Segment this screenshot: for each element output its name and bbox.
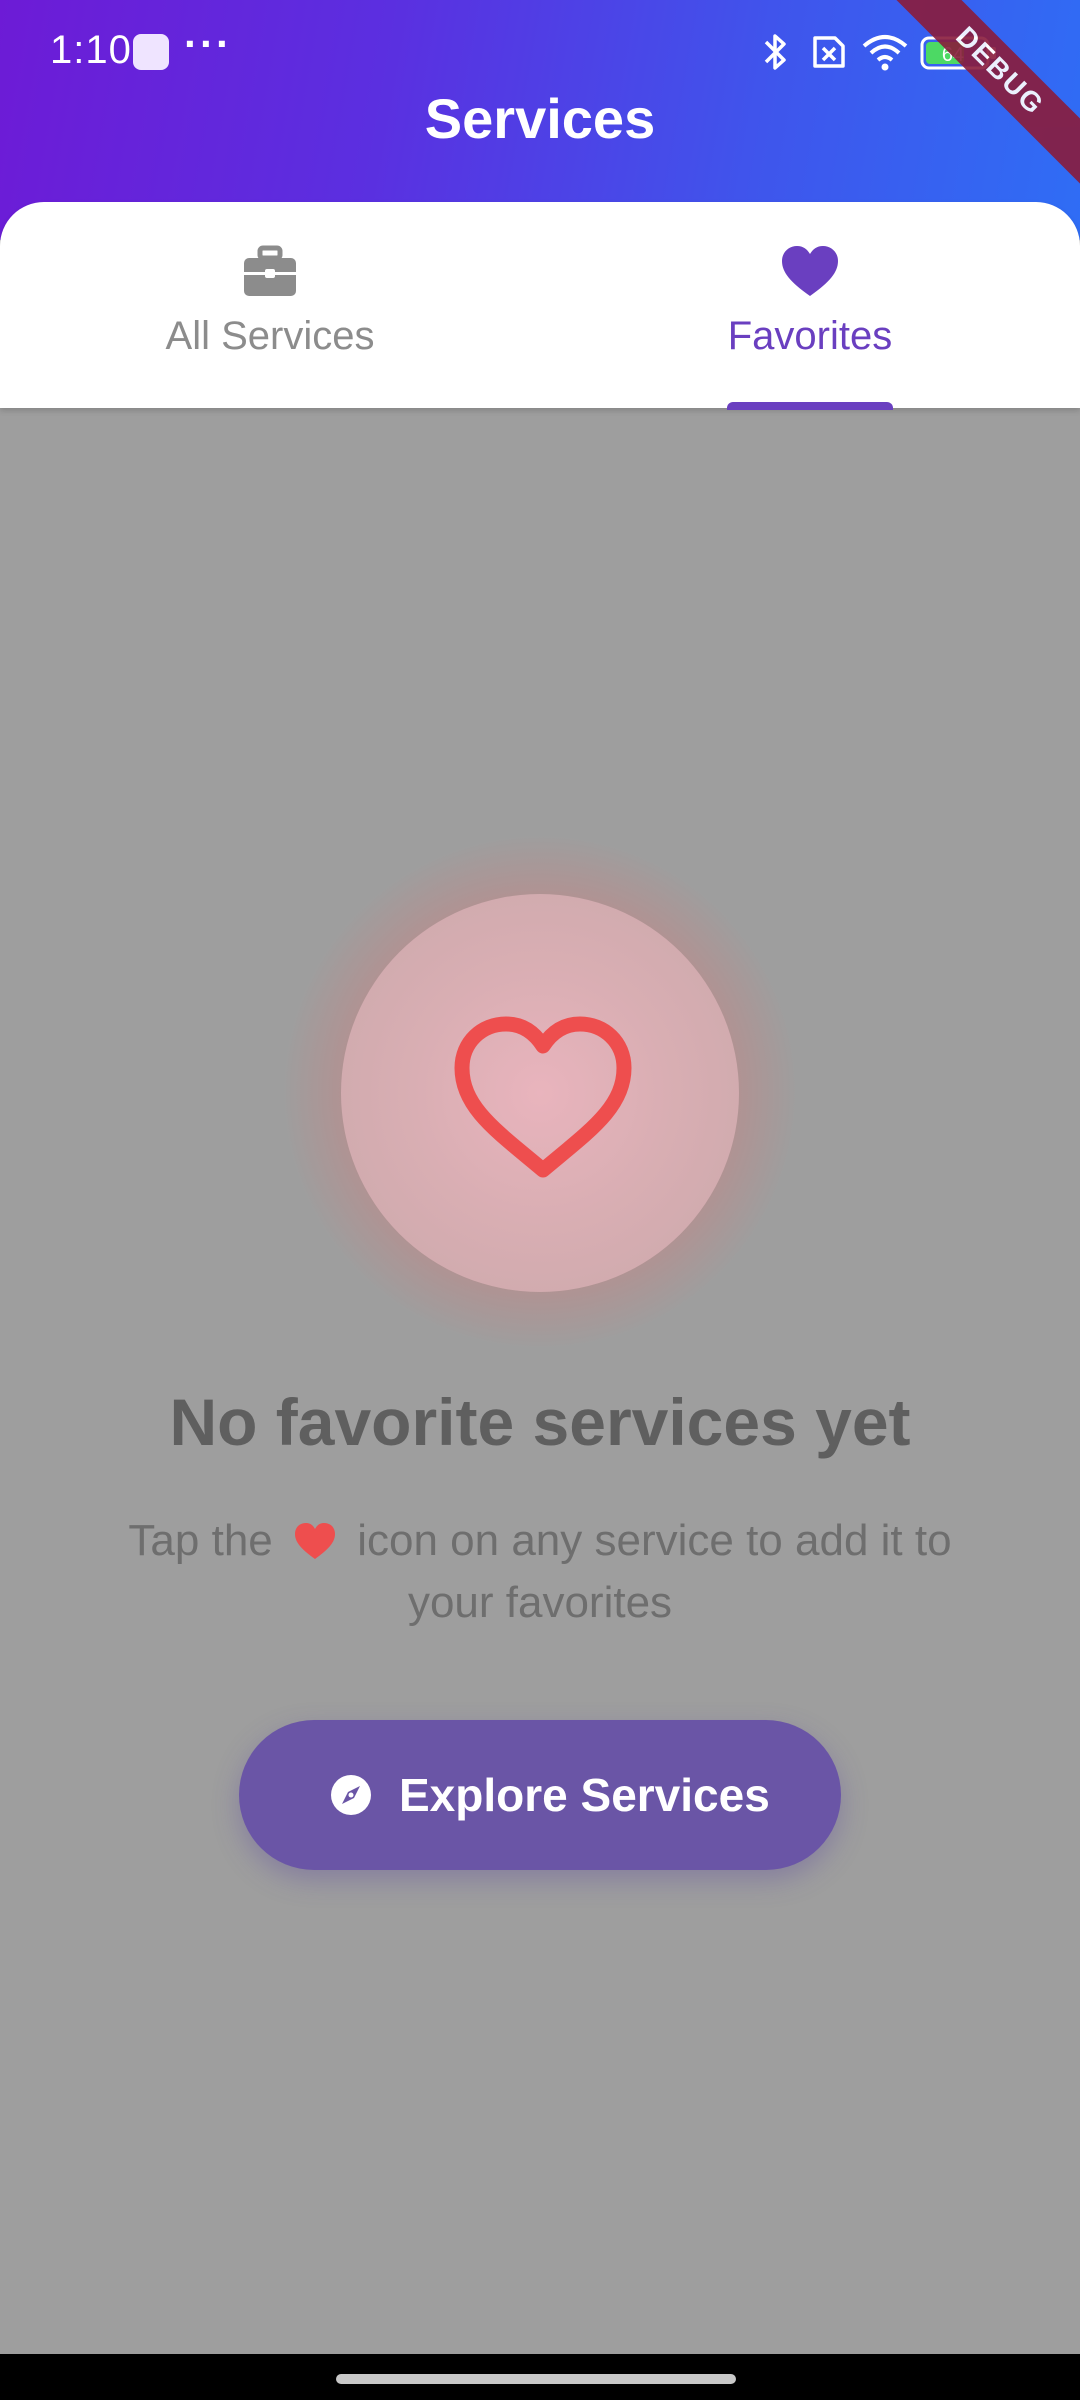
more-notifications-icon: ··· [184, 20, 232, 67]
subtitle-text-before: Tap the [128, 1516, 285, 1565]
tab-all-services-label: All Services [165, 314, 375, 358]
explore-services-label: Explore Services [399, 1769, 770, 1821]
subtitle-text-after: icon on any service to add it to your fa… [344, 1516, 952, 1627]
heart-icon [782, 246, 838, 296]
tab-bar: All Services Favorites [0, 202, 1080, 410]
wifi-icon [862, 35, 908, 71]
status-time: 1:10 [50, 28, 132, 72]
no-sim-icon [813, 36, 845, 68]
empty-state-subtitle: Tap the icon on any service to add it to… [100, 1510, 980, 1634]
briefcase-icon [244, 245, 296, 296]
bluetooth-icon [764, 34, 786, 70]
home-indicator[interactable] [336, 2374, 736, 2384]
heart-outline-icon [454, 1016, 632, 1178]
notification-app-icon [133, 34, 169, 70]
page-title: Services [424, 87, 656, 150]
tab-all-services[interactable]: All Services [0, 202, 540, 408]
explore-services-button[interactable]: Explore Services [239, 1720, 841, 1870]
tab-favorites[interactable]: Favorites [540, 202, 1080, 410]
empty-state: No favorite services yet Tap the icon on… [0, 408, 1080, 2354]
heart-icon [294, 1523, 335, 1559]
compass-icon [331, 1775, 371, 1815]
tab-favorites-label: Favorites [727, 314, 893, 358]
empty-state-title: No favorite services yet [169, 1385, 911, 1459]
